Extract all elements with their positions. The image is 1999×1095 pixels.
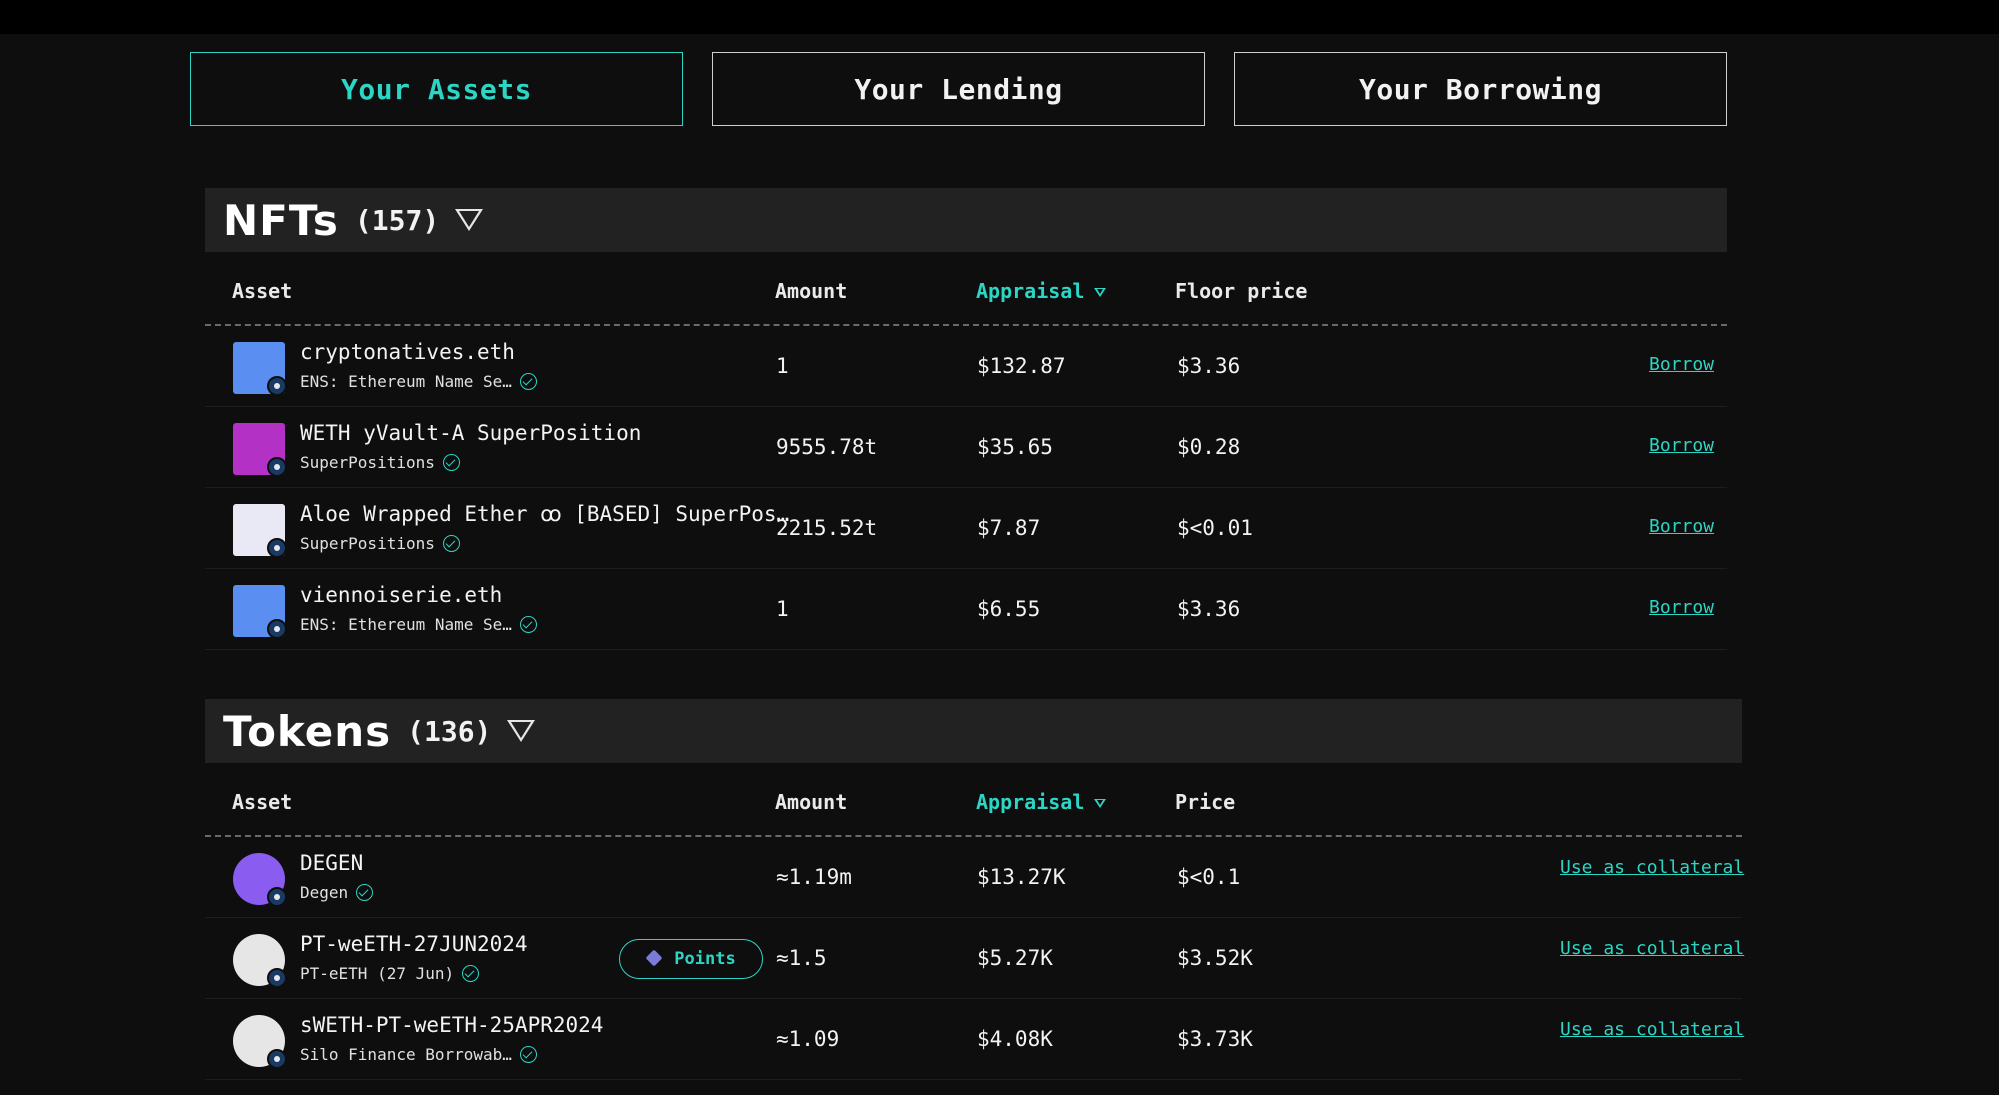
top-bar — [0, 0, 1999, 34]
use-as-collateral-link[interactable]: Use as collateral — [1560, 857, 1744, 878]
appraisal-value: $35.65 — [977, 435, 1053, 459]
appraisal-value: $132.87 — [977, 354, 1066, 378]
collapse-triangle-icon[interactable] — [455, 209, 484, 231]
verified-check-icon — [462, 965, 480, 982]
asset-name: cryptonatives.eth — [300, 340, 515, 364]
appraisal-value: $7.87 — [977, 516, 1041, 540]
section-count: (157) — [354, 203, 440, 237]
use-as-collateral-link[interactable]: Use as collateral — [1560, 1019, 1744, 1040]
chain-badge-icon — [267, 538, 287, 558]
asset-name: WETH yVault-A SuperPosition — [300, 421, 642, 445]
table-row[interactable]: cryptonatives.eth ENS: Ethereum Name Se…… — [205, 326, 1727, 407]
appraisal-value: $5.27K — [977, 946, 1053, 970]
nfts-section-header[interactable]: NFTs (157) — [205, 188, 1727, 252]
table-row[interactable]: DEGEN Degen ≈1.19m $13.27K $<0.1 Use as … — [205, 837, 1744, 918]
column-price: Price — [1175, 790, 1236, 814]
use-as-collateral-link[interactable]: Use as collateral — [1560, 938, 1744, 959]
amount-value: ≈1.09 — [776, 1027, 840, 1051]
table-header: Asset Amount Appraisal Price — [205, 763, 1742, 837]
amount-value: 2215.52t — [776, 516, 878, 540]
appraisal-value: $13.27K — [977, 865, 1066, 889]
section-count: (136) — [407, 714, 492, 748]
amount-value: 1 — [776, 354, 789, 378]
price-value: $3.36 — [1177, 597, 1241, 621]
price-value: $<0.1 — [1177, 865, 1241, 889]
section-title: Tokens — [223, 706, 392, 756]
table-row[interactable]: viennoiserie.eth ENS: Ethereum Name Se… … — [205, 569, 1727, 650]
collection-name: Degen — [300, 883, 374, 902]
price-value: $0.28 — [1177, 435, 1241, 459]
borrow-link[interactable]: Borrow — [1649, 516, 1714, 537]
points-diamond-icon — [646, 950, 664, 968]
borrow-link[interactable]: Borrow — [1649, 597, 1714, 618]
collection-name: ENS: Ethereum Name Se… — [300, 372, 537, 391]
borrow-link[interactable]: Borrow — [1649, 354, 1714, 375]
column-appraisal[interactable]: Appraisal — [976, 279, 1107, 303]
collection-name: PT-eETH (27 Jun) — [300, 964, 480, 983]
collection-name: SuperPositions — [300, 534, 460, 553]
tab-bar: Your Assets Your Lending Your Borrowing — [190, 52, 1727, 126]
verified-check-icon — [442, 535, 460, 552]
price-value: $3.36 — [1177, 354, 1241, 378]
price-value: $3.73K — [1177, 1027, 1253, 1051]
verified-check-icon — [442, 454, 460, 471]
column-floor-price: Floor price — [1175, 279, 1308, 303]
sort-desc-icon — [1094, 799, 1107, 808]
amount-value: ≈1.19m — [776, 865, 852, 889]
asset-name: DEGEN — [300, 851, 364, 875]
appraisal-value: $6.55 — [977, 597, 1041, 621]
table-row[interactable]: WETH yVault-A SuperPosition SuperPositio… — [205, 407, 1727, 488]
appraisal-value: $4.08K — [977, 1027, 1053, 1051]
amount-value: 1 — [776, 597, 789, 621]
column-amount: Amount — [775, 279, 848, 303]
collapse-triangle-icon[interactable] — [507, 720, 536, 742]
tokens-section-header[interactable]: Tokens (136) — [205, 699, 1742, 763]
assets-page: Your Assets Your Lending Your Borrowing … — [0, 34, 1999, 1095]
table-row[interactable]: Aloe Wrapped Ether ꝏ [BASED] SuperPos… S… — [205, 488, 1727, 569]
table-row[interactable]: sWETH-PT-weETH-25APR2024 Silo Finance Bo… — [205, 999, 1744, 1080]
borrow-link[interactable]: Borrow — [1649, 435, 1714, 456]
collection-name: Silo Finance Borrowab… — [300, 1045, 537, 1064]
points-badge[interactable]: Points — [619, 939, 763, 979]
chain-badge-icon — [267, 887, 287, 907]
chain-badge-icon — [267, 619, 287, 639]
verified-check-icon — [356, 884, 374, 901]
collection-name: ENS: Ethereum Name Se… — [300, 615, 537, 634]
asset-name: Aloe Wrapped Ether ꝏ [BASED] SuperPos… — [300, 502, 790, 526]
amount-value: 9555.78t — [776, 435, 878, 459]
amount-value: ≈1.5 — [776, 946, 827, 970]
sort-desc-icon — [1094, 288, 1107, 297]
chain-badge-icon — [267, 457, 287, 477]
tab-your-lending[interactable]: Your Lending — [712, 52, 1205, 126]
verified-check-icon — [519, 373, 537, 390]
column-asset: Asset — [232, 790, 293, 814]
asset-name: sWETH-PT-weETH-25APR2024 — [300, 1013, 604, 1037]
verified-check-icon — [519, 1046, 537, 1063]
tab-your-assets[interactable]: Your Assets — [190, 52, 683, 126]
price-value: $3.52K — [1177, 946, 1253, 970]
column-appraisal[interactable]: Appraisal — [976, 790, 1107, 814]
chain-badge-icon — [267, 376, 287, 396]
chain-badge-icon — [267, 1049, 287, 1069]
column-asset: Asset — [232, 279, 293, 303]
tab-your-borrowing[interactable]: Your Borrowing — [1234, 52, 1727, 126]
asset-name: PT-weETH-27JUN2024 — [300, 932, 528, 956]
column-amount: Amount — [775, 790, 848, 814]
chain-badge-icon — [267, 968, 287, 988]
asset-name: viennoiserie.eth — [300, 583, 503, 607]
section-title: NFTs — [223, 195, 339, 245]
collection-name: SuperPositions — [300, 453, 460, 472]
nfts-table: Asset Amount Appraisal Floor price crypt… — [205, 252, 1727, 650]
price-value: $<0.01 — [1177, 516, 1253, 540]
table-row[interactable]: PT-weETH-27JUN2024 PT-eETH (27 Jun) ≈1.5… — [205, 918, 1744, 999]
tokens-table: Asset Amount Appraisal Price DEGEN Degen… — [205, 763, 1744, 1080]
table-header: Asset Amount Appraisal Floor price — [205, 252, 1727, 326]
verified-check-icon — [519, 616, 537, 633]
